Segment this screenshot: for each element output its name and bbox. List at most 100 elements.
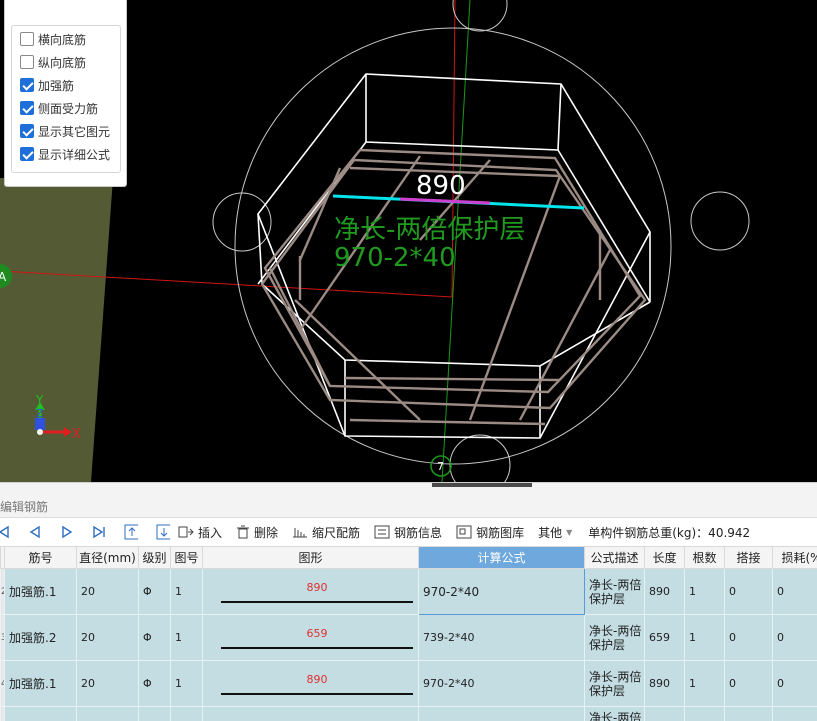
cell-bar-no[interactable]: 加强筋.1 — [4, 660, 77, 707]
table-row[interactable]: 4 加强筋.1 20 Φ 1 890 970-2*40 净长-两倍保护层 890… — [0, 660, 817, 707]
cell-diameter[interactable]: 20 — [76, 660, 139, 707]
col-header-count[interactable]: 根数 — [684, 546, 725, 569]
checkbox-row-detailed-formula[interactable]: 显示详细公式 — [20, 144, 110, 164]
insert-button[interactable]: 插入 — [178, 524, 222, 541]
checkbox-checked[interactable] — [20, 101, 34, 115]
col-header-grade[interactable]: 级别 — [138, 546, 171, 569]
col-header-shape[interactable]: 图形 — [202, 546, 419, 569]
cell-shape[interactable] — [202, 706, 419, 721]
insert-icon — [178, 525, 194, 539]
cell-description[interactable]: 净长-两倍保护层 — [584, 660, 645, 707]
cell-diameter[interactable] — [76, 706, 139, 721]
cell-figure-no[interactable]: 1 — [170, 614, 203, 661]
checkbox-checked[interactable] — [20, 78, 34, 92]
next-record-icon[interactable] — [60, 525, 74, 539]
cell-grade[interactable]: Φ — [138, 568, 171, 615]
table-row[interactable]: 净长-两倍 — [0, 706, 817, 721]
cell-diameter[interactable]: 20 — [76, 568, 139, 615]
shape-length: 659 — [306, 626, 328, 640]
rebar-info-button[interactable]: 钢筋信息 — [374, 524, 442, 541]
cell-loss[interactable] — [772, 706, 817, 721]
3d-viewport[interactable]: 890 净长-两倍保护层 970-2*40 A 7 X Y Z 横向底筋 纵向底… — [0, 0, 817, 482]
cell-figure-no[interactable]: 1 — [170, 660, 203, 707]
cell-length[interactable]: 890 — [644, 660, 685, 707]
checkbox-label: 显示其它图元 — [38, 124, 111, 139]
checkbox-row-reinforcement[interactable]: 加强筋 — [20, 75, 74, 95]
cell-length[interactable]: 890 — [644, 568, 685, 615]
cell-lap[interactable] — [724, 706, 773, 721]
cell-figure-no[interactable] — [170, 706, 203, 721]
cell-grade[interactable]: Φ — [138, 614, 171, 661]
table-row[interactable]: 3 加强筋.2 20 Φ 1 659 739-2*40 净长-两倍保护层 659… — [0, 614, 817, 661]
adjacent-wall — [0, 178, 113, 482]
cell-length[interactable]: 659 — [644, 614, 685, 661]
col-header-diameter[interactable]: 直径(mm) — [76, 546, 139, 569]
cell-count[interactable]: 1 — [684, 660, 725, 707]
shape-length: 890 — [306, 672, 328, 686]
first-record-icon[interactable] — [0, 525, 10, 539]
checkbox-row-side-bars[interactable]: 侧面受力筋 — [20, 98, 98, 118]
col-header-figure-no[interactable]: 图号 — [170, 546, 203, 569]
cell-count[interactable]: 1 — [684, 568, 725, 615]
col-header-formula[interactable]: 计算公式 — [418, 546, 585, 569]
checkbox[interactable] — [20, 32, 34, 46]
checkbox-checked[interactable] — [20, 124, 34, 138]
last-record-icon[interactable] — [92, 525, 106, 539]
prev-record-icon[interactable] — [28, 525, 42, 539]
cell-shape[interactable]: 890 — [202, 660, 419, 707]
cell-description[interactable]: 净长-两倍 — [584, 706, 645, 721]
cell-shape[interactable]: 659 — [202, 614, 419, 661]
cell-formula[interactable]: 739-2*40 — [418, 614, 585, 661]
svg-text:Y: Y — [35, 393, 44, 407]
cell-formula[interactable] — [418, 706, 585, 721]
pane-splitter[interactable] — [0, 482, 817, 496]
cell-length[interactable] — [644, 706, 685, 721]
splitter-grip[interactable] — [432, 483, 532, 487]
col-header-description[interactable]: 公式描述 — [584, 546, 645, 569]
checkbox-row-other-elements[interactable]: 显示其它图元 — [20, 121, 110, 141]
shape-bar — [221, 646, 413, 649]
cell-bar-no[interactable] — [4, 706, 77, 721]
cell-lap[interactable]: 0 — [724, 614, 773, 661]
checkbox[interactable] — [20, 55, 34, 69]
axis-bubble-a-label: A — [0, 270, 7, 284]
scale-rebar-icon — [292, 525, 308, 539]
col-header-lap[interactable]: 搭接 — [724, 546, 773, 569]
cell-grade[interactable] — [138, 706, 171, 721]
checkbox-label: 显示详细公式 — [38, 147, 111, 162]
delete-button[interactable]: 删除 — [236, 524, 278, 541]
col-header-length[interactable]: 长度 — [644, 546, 685, 569]
cell-loss[interactable]: 0 — [772, 660, 817, 707]
table-row[interactable]: 2 加强筋.1 20 Φ 1 890 970-2*40 净长-两倍保护层 890… — [0, 568, 817, 615]
checkbox-label: 侧面受力筋 — [38, 101, 99, 116]
cell-description[interactable]: 净长-两倍保护层 — [584, 568, 645, 615]
cell-count[interactable] — [684, 706, 725, 721]
cell-count[interactable]: 1 — [684, 614, 725, 661]
cell-formula[interactable]: 970-2*40 — [418, 568, 585, 615]
checkbox-row-longitudinal-bottom[interactable]: 纵向底筋 — [20, 52, 86, 72]
col-header-loss[interactable]: 损耗(% — [772, 546, 817, 569]
cell-grade[interactable]: Φ — [138, 660, 171, 707]
col-header-bar-no[interactable]: 筋号 — [4, 546, 77, 569]
cell-formula[interactable]: 970-2*40 — [418, 660, 585, 707]
scale-rebar-button[interactable]: 缩尺配筋 — [292, 524, 360, 541]
cell-lap[interactable]: 0 — [724, 660, 773, 707]
cell-description[interactable]: 净长-两倍保护层 — [584, 614, 645, 661]
other-menu-button[interactable]: 其他 ▼ — [538, 524, 572, 541]
checkbox-checked[interactable] — [20, 147, 34, 161]
cell-diameter[interactable]: 20 — [76, 614, 139, 661]
rebar-info-icon — [374, 525, 390, 539]
cell-loss[interactable]: 0 — [772, 614, 817, 661]
cell-figure-no[interactable]: 1 — [170, 568, 203, 615]
cell-bar-no[interactable]: 加强筋.2 — [4, 614, 77, 661]
cell-lap[interactable]: 0 — [724, 568, 773, 615]
rebar-table: 筋号 直径(mm) 级别 图号 图形 计算公式 公式描述 长度 根数 搭接 损耗… — [0, 546, 817, 721]
checkbox-row-transverse-bottom[interactable]: 横向底筋 — [20, 29, 86, 49]
rebar-library-button[interactable]: 钢筋图库 — [456, 524, 524, 541]
cell-bar-no[interactable]: 加强筋.1 — [4, 568, 77, 615]
editor-title: 编辑钢筋 — [0, 496, 817, 518]
move-down-icon[interactable] — [156, 524, 170, 540]
move-up-icon[interactable] — [124, 524, 138, 540]
cell-shape[interactable]: 890 — [202, 568, 419, 615]
cell-loss[interactable]: 0 — [772, 568, 817, 615]
